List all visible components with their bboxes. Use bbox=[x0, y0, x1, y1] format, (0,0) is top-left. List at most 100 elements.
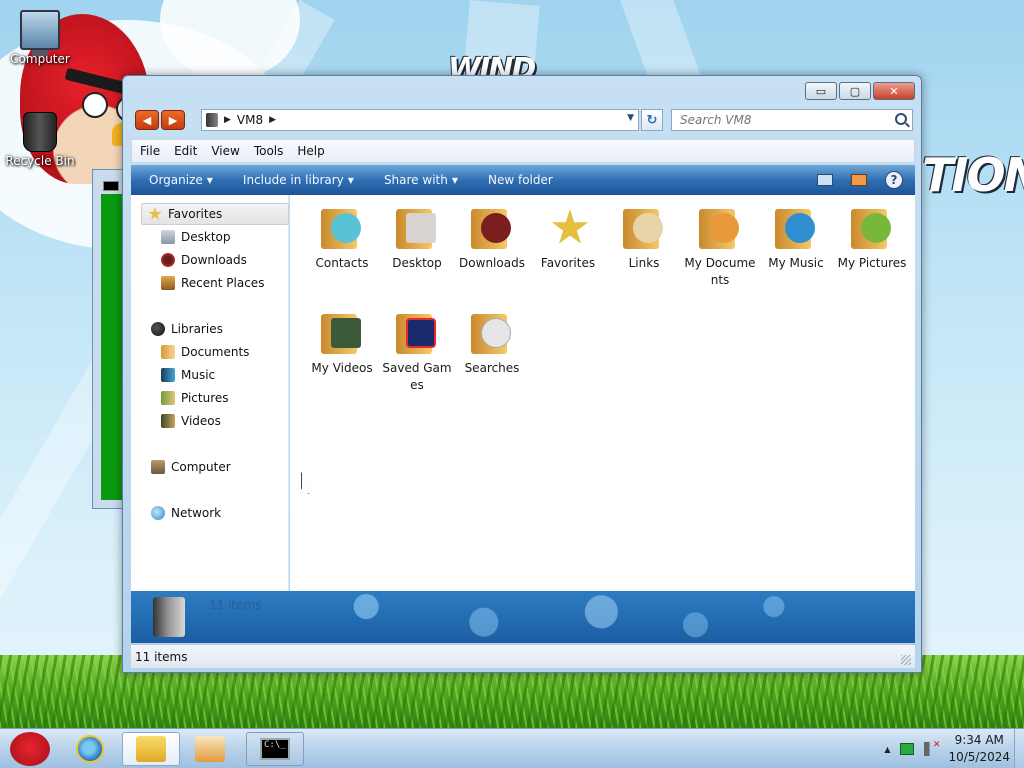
folder-item[interactable]: My Videos bbox=[304, 310, 380, 377]
address-dropdown-icon[interactable]: ▼ bbox=[627, 113, 634, 123]
organize-label: Organize bbox=[149, 173, 203, 187]
folder-item[interactable]: Links bbox=[606, 205, 682, 272]
folder-item[interactable]: Contacts bbox=[304, 205, 380, 272]
folder-label: Searches bbox=[464, 361, 520, 375]
nav-libraries[interactable]: Libraries bbox=[151, 322, 223, 336]
folder-label: My Videos bbox=[311, 361, 373, 375]
system-tray: ▲ 9:34 AM 10/5/2024 bbox=[884, 729, 1010, 768]
clock[interactable]: 9:34 AM 10/5/2024 bbox=[948, 732, 1010, 766]
search-input[interactable] bbox=[680, 113, 880, 127]
resize-grip[interactable] bbox=[901, 655, 911, 665]
folder-item[interactable]: My Pictures bbox=[834, 205, 910, 272]
nav-desktop[interactable]: Desktop bbox=[161, 230, 231, 244]
show-hidden-icons-button[interactable]: ▲ bbox=[884, 745, 890, 754]
menu-tools[interactable]: Tools bbox=[254, 144, 284, 158]
share-with-button[interactable]: Share with ▼ bbox=[384, 173, 458, 187]
change-view-icon[interactable] bbox=[817, 174, 833, 186]
desktop-icon-label: Recycle Bin bbox=[5, 154, 75, 168]
file-list: Contacts Desktop Downloads Favorites Lin… bbox=[290, 195, 915, 591]
nav-recent-places[interactable]: Recent Places bbox=[161, 276, 264, 290]
folder-label: Favorites bbox=[540, 256, 596, 270]
folder-item[interactable]: Desktop bbox=[379, 205, 455, 272]
explorer-window[interactable]: ▭ ▢ ✕ ◀ ▶ ▶ VM8 ▶ ▼ ↻ File Edit View Too… bbox=[122, 75, 922, 673]
nav-pictures[interactable]: Pictures bbox=[161, 391, 229, 405]
refresh-icon: ↻ bbox=[646, 112, 658, 128]
folder-item[interactable]: Saved Games bbox=[379, 310, 455, 394]
action-center-icon[interactable] bbox=[900, 743, 915, 755]
searches-folder-icon bbox=[469, 310, 515, 356]
desktop-icon-recycle-bin[interactable]: Recycle Bin bbox=[0, 112, 80, 168]
nav-label: Recent Places bbox=[181, 276, 265, 290]
taskbar-command-prompt[interactable]: C:\_ bbox=[246, 732, 304, 766]
nav-label: Music bbox=[181, 368, 216, 382]
folder-item[interactable]: Favorites bbox=[530, 205, 606, 272]
nav-label: Favorites bbox=[168, 207, 223, 221]
nav-computer[interactable]: Computer bbox=[151, 460, 231, 474]
computer-icon bbox=[151, 460, 165, 474]
drive-icon bbox=[206, 113, 218, 127]
taskbar-internet-explorer[interactable] bbox=[70, 732, 110, 766]
downloads-icon bbox=[161, 253, 175, 267]
share-with-label: Share with bbox=[383, 173, 448, 187]
forward-button[interactable]: ▶ bbox=[161, 110, 185, 130]
nav-videos[interactable]: Videos bbox=[161, 414, 221, 428]
folder-label: My Documents bbox=[684, 256, 756, 287]
menu-file[interactable]: File bbox=[140, 144, 160, 158]
taskbar: C:\_ ▲ 9:34 AM 10/5/2024 bbox=[0, 728, 1024, 768]
my-videos-folder-icon bbox=[319, 310, 365, 356]
chevron-down-icon: ▼ bbox=[206, 175, 213, 185]
nav-label: Computer bbox=[171, 460, 231, 474]
status-bar: 11 items bbox=[131, 644, 915, 668]
menu-help[interactable]: Help bbox=[297, 144, 324, 158]
folder-preview-icon bbox=[153, 597, 185, 637]
address-bar[interactable]: ▶ VM8 ▶ ▼ bbox=[201, 109, 639, 131]
folder-item[interactable]: My Documents bbox=[682, 205, 758, 289]
folder-label: Links bbox=[628, 256, 660, 270]
my-music-folder-icon bbox=[773, 205, 819, 251]
nav-documents[interactable]: Documents bbox=[161, 345, 249, 359]
new-folder-button[interactable]: New folder bbox=[488, 173, 553, 187]
start-button[interactable] bbox=[4, 730, 58, 768]
folder-item[interactable]: My Music bbox=[758, 205, 834, 272]
search-box[interactable] bbox=[671, 109, 913, 131]
breadcrumb-vm8[interactable]: VM8 bbox=[237, 113, 263, 127]
minimize-button[interactable]: ▭ bbox=[805, 82, 837, 100]
videos-icon bbox=[161, 414, 175, 428]
taskbar-media-player[interactable] bbox=[190, 732, 230, 766]
nav-music[interactable]: Music bbox=[161, 368, 215, 382]
breadcrumb-separator[interactable]: ▶ bbox=[269, 115, 276, 125]
folder-label: Desktop bbox=[392, 256, 442, 270]
menu-view[interactable]: View bbox=[211, 144, 239, 158]
show-desktop-button[interactable] bbox=[1014, 729, 1024, 768]
media-player-icon bbox=[195, 736, 225, 762]
close-button[interactable]: ✕ bbox=[873, 82, 915, 100]
folder-item[interactable]: Downloads bbox=[454, 205, 530, 272]
libraries-icon bbox=[151, 322, 165, 336]
nav-label: Network bbox=[171, 506, 222, 520]
nav-label: Videos bbox=[181, 414, 221, 428]
volume-muted-icon[interactable] bbox=[924, 740, 940, 756]
taskbar-windows-explorer[interactable] bbox=[122, 732, 180, 766]
preview-pane-icon[interactable] bbox=[851, 174, 867, 186]
nav-network[interactable]: Network bbox=[151, 506, 221, 520]
refresh-button[interactable]: ↻ bbox=[641, 109, 663, 131]
maximize-button[interactable]: ▢ bbox=[839, 82, 871, 100]
nav-downloads[interactable]: Downloads bbox=[161, 253, 247, 267]
nav-favorites[interactable]: Favorites bbox=[141, 203, 289, 225]
desktop-icon-computer[interactable]: Computer bbox=[0, 10, 80, 66]
recycle-bin-icon bbox=[23, 112, 57, 152]
clock-date: 10/5/2024 bbox=[948, 750, 1010, 764]
command-bar-right: ? bbox=[817, 171, 903, 189]
organize-button[interactable]: Organize ▼ bbox=[149, 173, 213, 187]
breadcrumb-separator[interactable]: ▶ bbox=[224, 115, 231, 125]
back-button[interactable]: ◀ bbox=[135, 110, 159, 130]
search-icon[interactable] bbox=[895, 113, 907, 125]
help-button[interactable]: ? bbox=[885, 171, 903, 189]
folder-item[interactable]: Searches bbox=[454, 310, 530, 377]
status-item-count: 11 items bbox=[135, 649, 188, 664]
include-in-library-button[interactable]: Include in library ▼ bbox=[243, 173, 354, 187]
menu-edit[interactable]: Edit bbox=[174, 144, 197, 158]
include-in-library-label: Include in library bbox=[242, 173, 344, 187]
details-pane: 11 items bbox=[131, 591, 915, 643]
my-documents-folder-icon bbox=[697, 205, 743, 251]
